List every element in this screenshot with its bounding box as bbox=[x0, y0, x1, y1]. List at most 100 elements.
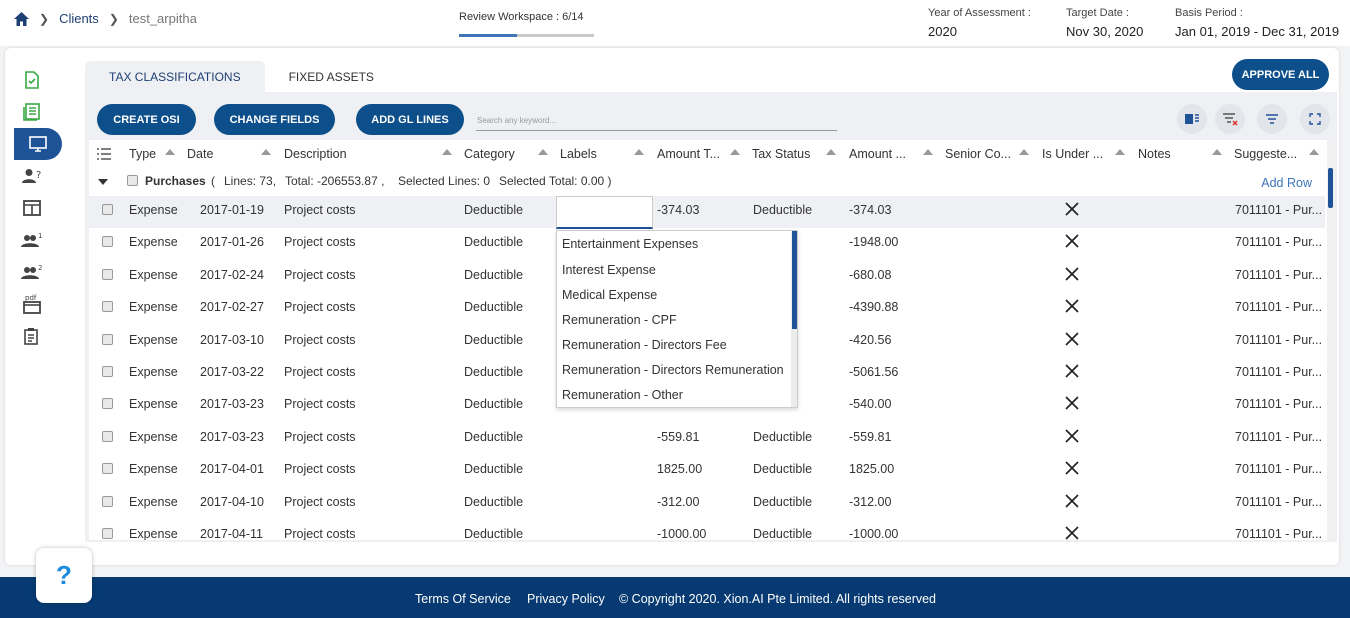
close-x-icon[interactable] bbox=[1065, 396, 1079, 413]
row-checkbox[interactable] bbox=[102, 204, 113, 215]
cell-category[interactable]: Deductible bbox=[464, 300, 523, 314]
row-checkbox[interactable] bbox=[102, 528, 113, 539]
column-settings-button[interactable] bbox=[1177, 104, 1207, 134]
sort-icon[interactable] bbox=[1212, 149, 1222, 155]
cell-tax-status[interactable]: Deductible bbox=[753, 462, 812, 476]
tab-tax-classifications[interactable]: TAX CLASSIFICATIONS bbox=[85, 61, 265, 92]
cell-category[interactable]: Deductible bbox=[464, 430, 523, 444]
labels-editor-input[interactable] bbox=[556, 196, 653, 229]
sort-icon[interactable] bbox=[1309, 149, 1319, 155]
cell-type[interactable]: Expense bbox=[129, 397, 178, 411]
column-header-amount-t[interactable]: Amount T... bbox=[657, 147, 720, 161]
cell-description[interactable]: Project costs bbox=[284, 430, 356, 444]
column-header-notes[interactable]: Notes bbox=[1138, 147, 1171, 161]
dropdown-option[interactable]: Medical Expense bbox=[562, 288, 657, 302]
cell-amount-t[interactable]: -312.00 bbox=[657, 495, 699, 509]
cell-description[interactable]: Project costs bbox=[284, 495, 356, 509]
cell-date[interactable]: 2017-01-19 bbox=[200, 203, 264, 217]
cell-description[interactable]: Project costs bbox=[284, 203, 356, 217]
nav-table[interactable] bbox=[14, 192, 50, 224]
sort-icon[interactable] bbox=[538, 149, 548, 155]
close-x-icon[interactable] bbox=[1065, 332, 1079, 349]
dropdown-option[interactable]: Remuneration - Directors Fee bbox=[562, 338, 727, 352]
terms-link[interactable]: Terms Of Service bbox=[415, 592, 511, 606]
cell-type[interactable]: Expense bbox=[129, 235, 178, 249]
cell-type[interactable]: Expense bbox=[129, 430, 178, 444]
cell-category[interactable]: Deductible bbox=[464, 203, 523, 217]
table-row[interactable]: Expense 2017-01-19 Project costs Deductible… bbox=[89, 196, 1325, 228]
sort-icon[interactable] bbox=[261, 149, 271, 155]
row-checkbox[interactable] bbox=[102, 431, 113, 442]
dropdown-option[interactable]: Remuneration - Other bbox=[562, 388, 683, 402]
column-header-amount[interactable]: Amount ... bbox=[849, 147, 906, 161]
add-gl-lines-button[interactable]: ADD GL LINES bbox=[356, 104, 464, 135]
row-checkbox[interactable] bbox=[102, 301, 113, 312]
row-menu-icon[interactable] bbox=[97, 148, 111, 163]
cell-description[interactable]: Project costs bbox=[284, 365, 356, 379]
cell-description[interactable]: Project costs bbox=[284, 300, 356, 314]
cell-date[interactable]: 2017-02-27 bbox=[200, 300, 264, 314]
cell-category[interactable]: Deductible bbox=[464, 235, 523, 249]
cell-date[interactable]: 2017-04-11 bbox=[200, 527, 263, 540]
row-checkbox[interactable] bbox=[102, 398, 113, 409]
cell-amount[interactable]: -5061.56 bbox=[849, 365, 898, 379]
cell-description[interactable]: Project costs bbox=[284, 268, 356, 282]
cell-date[interactable]: 2017-03-10 bbox=[200, 333, 264, 347]
cell-suggested[interactable]: 7011101 - Pur... bbox=[1235, 462, 1322, 476]
cell-date[interactable]: 2017-03-23 bbox=[200, 397, 264, 411]
table-row[interactable]: Expense 2017-04-01 Project costs Deductible… bbox=[89, 455, 1325, 487]
dropdown-option[interactable]: Remuneration - Directors Remuneration bbox=[562, 363, 784, 377]
close-x-icon[interactable] bbox=[1065, 526, 1079, 540]
cell-amount-t[interactable]: -1000.00 bbox=[657, 527, 706, 540]
nav-pdf[interactable]: pdf bbox=[14, 288, 50, 320]
clear-filter-button[interactable] bbox=[1215, 104, 1245, 134]
cell-date[interactable]: 2017-04-01 bbox=[200, 462, 264, 476]
row-checkbox[interactable] bbox=[102, 334, 113, 345]
close-x-icon[interactable] bbox=[1065, 364, 1079, 381]
cell-category[interactable]: Deductible bbox=[464, 495, 523, 509]
column-header-date[interactable]: Date bbox=[187, 147, 213, 161]
cell-description[interactable]: Project costs bbox=[284, 462, 356, 476]
cell-category[interactable]: Deductible bbox=[464, 268, 523, 282]
sort-icon[interactable] bbox=[923, 149, 933, 155]
change-fields-button[interactable]: CHANGE FIELDS bbox=[214, 104, 335, 135]
close-x-icon[interactable] bbox=[1065, 429, 1079, 446]
cell-amount[interactable]: -374.03 bbox=[849, 203, 891, 217]
filter-button[interactable] bbox=[1257, 104, 1287, 134]
row-checkbox[interactable] bbox=[102, 236, 113, 247]
cell-description[interactable]: Project costs bbox=[284, 397, 356, 411]
tab-fixed-assets[interactable]: FIXED ASSETS bbox=[265, 61, 398, 92]
cell-amount[interactable]: -312.00 bbox=[849, 495, 891, 509]
column-header-tax-status[interactable]: Tax Status bbox=[752, 147, 810, 161]
cell-amount[interactable]: -420.56 bbox=[849, 333, 891, 347]
cell-category[interactable]: Deductible bbox=[464, 397, 523, 411]
cell-category[interactable]: Deductible bbox=[464, 527, 523, 540]
cell-suggested[interactable]: 7011101 - Pur... bbox=[1235, 495, 1322, 509]
cell-suggested[interactable]: 7011101 - Pur... bbox=[1235, 397, 1322, 411]
cell-amount-t[interactable]: -559.81 bbox=[657, 430, 699, 444]
cell-tax-status[interactable]: Deductible bbox=[753, 527, 812, 540]
fullscreen-button[interactable] bbox=[1300, 104, 1330, 134]
cell-suggested[interactable]: 7011101 - Pur... bbox=[1235, 300, 1322, 314]
cell-date[interactable]: 2017-01-26 bbox=[200, 235, 264, 249]
sort-icon[interactable] bbox=[634, 149, 644, 155]
home-icon[interactable] bbox=[14, 11, 29, 26]
add-row-link[interactable]: Add Row bbox=[1261, 176, 1312, 190]
cell-type[interactable]: Expense bbox=[129, 268, 178, 282]
sort-icon[interactable] bbox=[1019, 149, 1029, 155]
cell-suggested[interactable]: 7011101 - Pur... bbox=[1235, 430, 1322, 444]
privacy-link[interactable]: Privacy Policy bbox=[527, 592, 605, 606]
cell-suggested[interactable]: 7011101 - Pur... bbox=[1235, 333, 1322, 347]
cell-suggested[interactable]: 7011101 - Pur... bbox=[1235, 527, 1322, 540]
dropdown-option[interactable]: Interest Expense bbox=[562, 263, 656, 277]
nav-tax-review[interactable] bbox=[14, 128, 62, 160]
cell-type[interactable]: Expense bbox=[129, 527, 178, 540]
table-row[interactable]: Expense 2017-03-23 Project costs Deductible… bbox=[89, 423, 1325, 455]
close-x-icon[interactable] bbox=[1065, 202, 1079, 219]
cell-tax-status[interactable]: Deductible bbox=[753, 430, 812, 444]
cell-amount[interactable]: -680.08 bbox=[849, 268, 891, 282]
dropdown-option[interactable]: Entertainment Expenses bbox=[562, 237, 698, 251]
nav-users-2[interactable]: 2 bbox=[14, 256, 50, 288]
cell-amount[interactable]: -1948.00 bbox=[849, 235, 898, 249]
cell-description[interactable]: Project costs bbox=[284, 333, 356, 347]
